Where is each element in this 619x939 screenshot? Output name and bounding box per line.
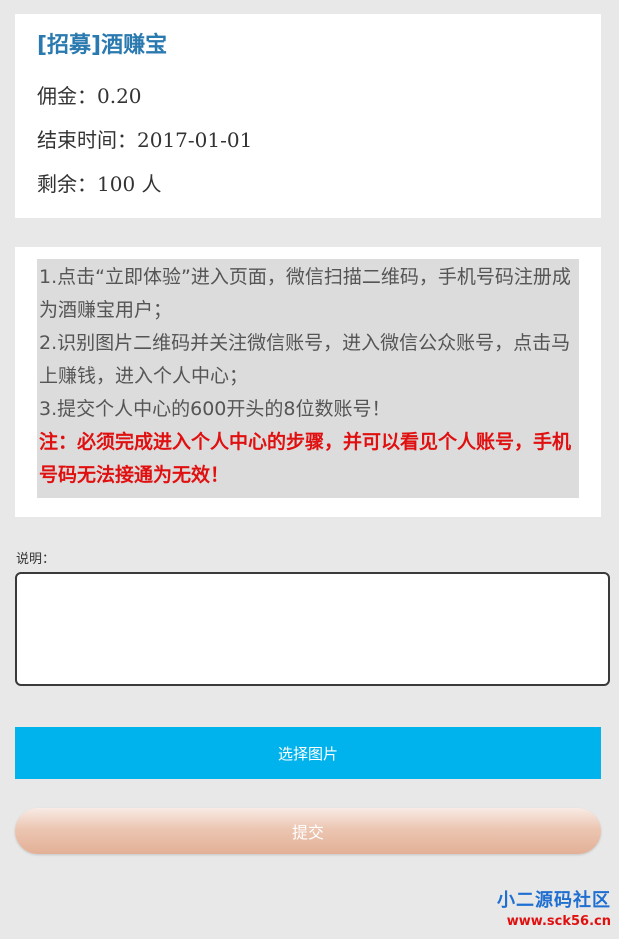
task-title: [招募]酒赚宝 [37,33,168,58]
watermark-url: www.sck56.cn [506,914,611,929]
remaining-row: 剩余：100 人 [37,162,579,206]
step-3: 3.提交个人中心的600开头的8位数账号！ [39,398,391,420]
description-label: 说明： [16,552,56,567]
commission-label: 佣金： [37,84,97,108]
step-2: 2.识别图片二维码并关注微信账号，进入微信公众账号，点击马上赚钱，进入个人中心； [39,332,571,387]
submit-label: 提交 [291,823,324,842]
submit-button[interactable]: 提交 [15,808,601,854]
warning-note: 注：必须完成进入个人中心的步骤，并可以看见个人账号，手机号码无法接通为无效！ [39,431,572,486]
end-time-label: 结束时间： [37,128,137,152]
description-textarea[interactable] [15,572,610,686]
instructions-card: 1.点击“立即体验”进入页面，微信扫描二维码，手机号码注册成为酒赚宝用户； 2.… [15,247,601,517]
step-1: 1.点击“立即体验”进入页面，微信扫描二维码，手机号码注册成为酒赚宝用户； [39,266,571,321]
remaining-label: 剩余： [37,172,97,196]
commission-value: 0.20 [97,84,142,108]
task-info-card: [招募]酒赚宝 佣金：0.20 结束时间：2017-01-01 剩余：100 人 [15,14,601,218]
watermark-logo: 小二源码社区 www.sck56.cn [497,889,611,931]
choose-image-label: 选择图片 [277,744,338,763]
remaining-value: 100 人 [97,172,162,196]
choose-image-button[interactable]: 选择图片 [15,727,601,779]
watermark-name: 小二源码社区 [497,890,611,911]
commission-row: 佣金：0.20 [37,74,579,118]
instructions-box: 1.点击“立即体验”进入页面，微信扫描二维码，手机号码注册成为酒赚宝用户； 2.… [37,259,579,498]
end-time-row: 结束时间：2017-01-01 [37,118,579,162]
end-time-value: 2017-01-01 [137,128,253,152]
